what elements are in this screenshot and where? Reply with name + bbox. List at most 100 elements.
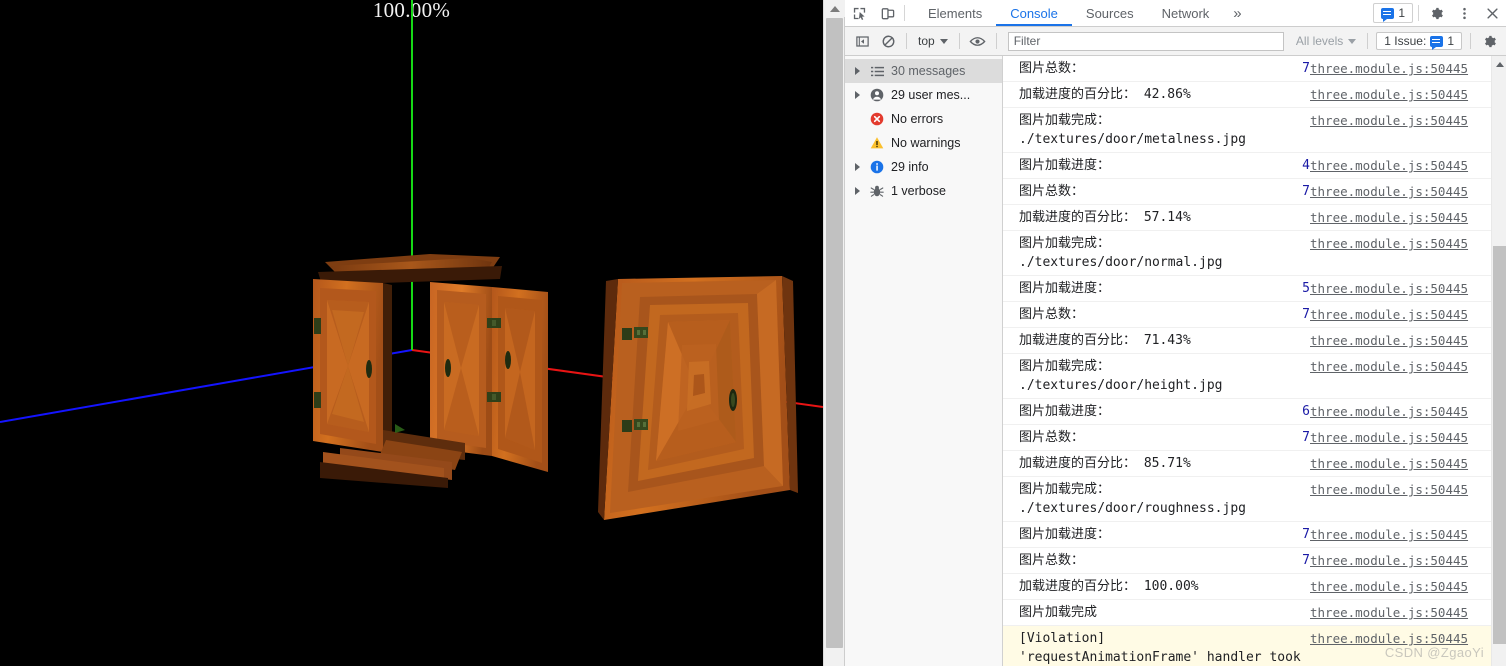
console-message-source[interactable]: three.module.js:50445 <box>1310 182 1506 201</box>
filterbar-divider-3 <box>995 33 997 49</box>
sidebar-toggle-icon[interactable] <box>849 28 875 54</box>
console-message-source[interactable]: three.module.js:50445 <box>1310 279 1506 298</box>
console-message-row[interactable]: 图片加载进度： 7 three.module.js:50445 <box>1003 522 1506 548</box>
console-message-list[interactable]: 图片总数： 7 three.module.js:50445 加载进度的百分比： … <box>1003 56 1506 666</box>
console-message-row[interactable]: 图片总数： 7 three.module.js:50445 <box>1003 425 1506 451</box>
devtools-tabs: Elements Console Sources Network » <box>914 0 1252 26</box>
console-message-row[interactable]: 加载进度的百分比： 85.71% three.module.js:50445 <box>1003 451 1506 477</box>
console-message-text: 加载进度的百分比： 42.86% <box>1019 87 1191 102</box>
console-message-source[interactable]: three.module.js:50445 <box>1310 525 1506 544</box>
console-message-source[interactable]: three.module.js:50445 <box>1310 603 1506 622</box>
console-message-row[interactable]: 图片加载进度： 5 three.module.js:50445 <box>1003 276 1506 302</box>
devtools-panel: Elements Console Sources Network » 1 top… <box>844 0 1506 666</box>
device-toolbar-icon[interactable] <box>873 0 901 26</box>
console-message-source[interactable]: three.module.js:50445 <box>1310 331 1506 350</box>
console-message-source[interactable]: three.module.js:50445 <box>1310 156 1506 175</box>
close-icon[interactable] <box>1478 0 1506 26</box>
eye-icon[interactable] <box>965 28 991 54</box>
console-message-text: 图片加载完成： ./textures/door/normal.jpg <box>1019 236 1223 270</box>
console-message-row[interactable]: 图片总数： 7 three.module.js:50445 <box>1003 302 1506 328</box>
tab-sources[interactable]: Sources <box>1072 0 1148 26</box>
console-message-text: 图片总数： <box>1019 184 1085 199</box>
console-message-text: [Violation] 'requestAnimationFrame' hand… <box>1019 631 1301 665</box>
expand-arrow-icon[interactable] <box>855 163 867 171</box>
page-scroll-up-button[interactable] <box>824 0 845 17</box>
console-message-row[interactable]: 图片加载完成 three.module.js:50445 <box>1003 600 1506 626</box>
console-message-row[interactable]: 图片加载进度： 6 three.module.js:50445 <box>1003 399 1506 425</box>
console-message-source[interactable]: three.module.js:50445 <box>1310 428 1506 447</box>
issue-badge-icon <box>1381 7 1395 22</box>
console-message-source[interactable]: three.module.js:50445 <box>1310 551 1506 570</box>
sidebar-item-info[interactable]: 29 info <box>845 155 1002 179</box>
console-message-text: 图片加载进度： <box>1019 527 1111 542</box>
console-message-text: 图片加载进度： <box>1019 404 1111 419</box>
log-levels-select[interactable]: All levels <box>1290 34 1362 48</box>
triangle-up-icon <box>1495 61 1504 67</box>
console-message-row[interactable]: 图片总数： 7 three.module.js:50445 <box>1003 56 1506 82</box>
console-message-row[interactable]: 加载进度的百分比： 100.00% three.module.js:50445 <box>1003 574 1506 600</box>
three-js-viewport[interactable]: 100.00% <box>0 0 823 666</box>
kebab-menu-icon[interactable] <box>1450 0 1478 26</box>
issues-badge-button[interactable]: 1 <box>1373 3 1413 23</box>
page-scrollbar[interactable] <box>823 0 845 666</box>
console-message-source[interactable]: three.module.js:50445 <box>1310 208 1506 227</box>
sidebar-item-messages[interactable]: 30 messages <box>845 59 1002 83</box>
gear-icon[interactable] <box>1422 0 1450 26</box>
sidebar-item-label: 1 verbose <box>891 184 946 198</box>
sidebar-item-errors[interactable]: No errors <box>845 107 1002 131</box>
console-message-row[interactable]: 图片总数： 7 three.module.js:50445 <box>1003 548 1506 574</box>
console-message-source[interactable]: three.module.js:50445 <box>1310 305 1506 324</box>
tab-console[interactable]: Console <box>996 0 1072 26</box>
console-message-row[interactable]: 加载进度的百分比： 71.43% three.module.js:50445 <box>1003 328 1506 354</box>
expand-arrow-icon[interactable] <box>855 187 867 195</box>
console-message-value: 7 <box>1302 527 1310 542</box>
console-message-source[interactable]: three.module.js:50445 <box>1310 402 1506 421</box>
console-message-source[interactable]: three.module.js:50445 <box>1310 357 1506 376</box>
console-scroll-up-button[interactable] <box>1492 56 1506 72</box>
console-message-source[interactable]: three.module.js:50445 <box>1310 111 1506 130</box>
console-message-source[interactable]: three.module.js:50445 <box>1310 454 1506 473</box>
clear-console-icon[interactable] <box>875 28 901 54</box>
sidebar-item-user-messages[interactable]: 29 user mes... <box>845 83 1002 107</box>
page-scrollbar-thumb[interactable] <box>826 18 843 648</box>
console-message-row[interactable]: 图片加载完成： ./textures/door/normal.jpg three… <box>1003 231 1506 276</box>
issues-counter-label: 1 Issue: <box>1384 34 1427 48</box>
execution-context-select[interactable]: top <box>912 34 954 48</box>
inspect-cursor-icon[interactable] <box>845 0 873 26</box>
console-message-row[interactable]: 加载进度的百分比： 42.86% three.module.js:50445 <box>1003 82 1506 108</box>
tab-network[interactable]: Network <box>1148 0 1224 26</box>
console-message-source[interactable]: three.module.js:50445 <box>1310 577 1506 596</box>
console-settings-gear-icon[interactable] <box>1476 28 1502 54</box>
console-filter-toolbar: top All levels 1 Issue: 1 <box>845 27 1506 56</box>
tab-elements[interactable]: Elements <box>914 0 996 26</box>
console-body: 30 messages 29 user mes... No errors No … <box>845 56 1506 666</box>
list-icon <box>867 65 887 78</box>
console-message-source[interactable]: three.module.js:50445 <box>1310 480 1506 499</box>
console-scrollbar-thumb[interactable] <box>1493 246 1506 644</box>
console-message-value: 5 <box>1302 281 1310 296</box>
console-message-text: 图片总数： <box>1019 307 1085 322</box>
console-message-source[interactable]: three.module.js:50445 <box>1310 234 1506 253</box>
sidebar-item-verbose[interactable]: 1 verbose <box>845 179 1002 203</box>
sidebar-item-warnings[interactable]: No warnings <box>845 131 1002 155</box>
console-message-value: 4 <box>1302 158 1310 173</box>
console-message-row[interactable]: 加载进度的百分比： 57.14% three.module.js:50445 <box>1003 205 1506 231</box>
expand-arrow-icon[interactable] <box>855 67 867 75</box>
console-message-row[interactable]: 图片加载完成： ./textures/door/roughness.jpg th… <box>1003 477 1506 522</box>
issues-counter-button[interactable]: 1 Issue: 1 <box>1376 32 1462 50</box>
console-message-source[interactable]: three.module.js:50445 <box>1310 85 1506 104</box>
console-message-row[interactable]: 图片加载完成： ./textures/door/metalness.jpg th… <box>1003 108 1506 153</box>
console-message-source[interactable]: three.module.js:50445 <box>1310 629 1506 648</box>
console-message-row[interactable]: 图片总数： 7 three.module.js:50445 <box>1003 179 1506 205</box>
console-scrollbar[interactable] <box>1491 56 1506 666</box>
warning-icon <box>867 136 887 150</box>
console-violation-row[interactable]: [Violation] 'requestAnimationFrame' hand… <box>1003 626 1506 666</box>
expand-arrow-icon[interactable] <box>855 91 867 99</box>
console-message-row[interactable]: 图片加载完成： ./textures/door/height.jpg three… <box>1003 354 1506 399</box>
tab-more-button[interactable]: » <box>1223 0 1251 26</box>
console-filter-input[interactable] <box>1007 31 1284 51</box>
console-message-source[interactable]: three.module.js:50445 <box>1310 59 1506 78</box>
console-message-text: 加载进度的百分比： 85.71% <box>1019 456 1191 471</box>
console-message-row[interactable]: 图片加载进度： 4 three.module.js:50445 <box>1003 153 1506 179</box>
tabbar-right-actions: 1 <box>1371 0 1506 26</box>
